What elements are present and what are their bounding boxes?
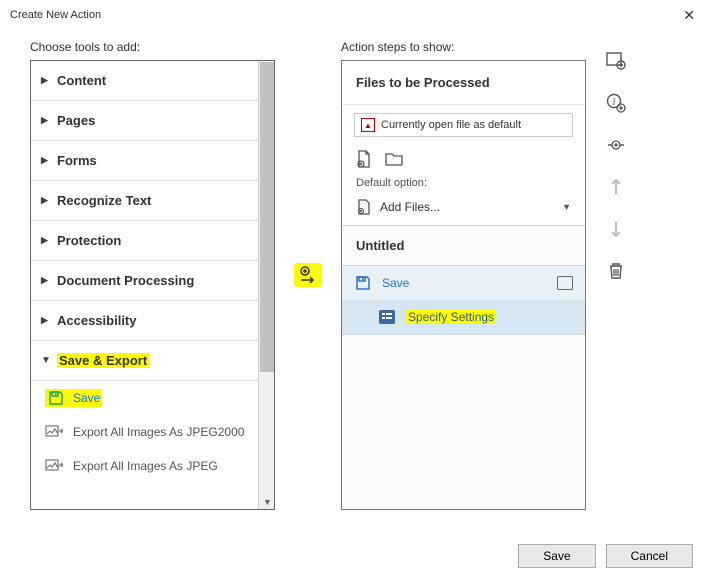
close-icon[interactable]: ✕: [675, 3, 703, 28]
tool-label: Export All Images As JPEG2000: [73, 425, 244, 439]
tool-export-jpeg[interactable]: Export All Images As JPEG: [31, 449, 258, 483]
save-button[interactable]: Save: [518, 544, 595, 568]
window-title: Create New Action: [10, 9, 101, 21]
step-options-icon[interactable]: [557, 276, 573, 290]
cat-document-processing[interactable]: ▶ Document Processing: [31, 261, 258, 301]
files-title: Files to be Processed: [342, 61, 585, 105]
move-down-icon[interactable]: [605, 218, 627, 240]
add-files-label: Add Files...: [380, 200, 440, 214]
export-image-icon: [45, 423, 63, 441]
save-icon: [354, 274, 372, 292]
add-file-small-icon: [356, 199, 372, 215]
move-up-icon[interactable]: [605, 176, 627, 198]
tools-list: ▶ Content ▶ Pages ▶ Forms ▶ Recognize Text ▶…: [30, 60, 275, 510]
default-file-row: ▲ Currently open file as default: [354, 113, 573, 137]
new-action-icon[interactable]: [605, 50, 627, 72]
cat-recognize-text[interactable]: ▶ Recognize Text: [31, 181, 258, 221]
cat-label: Accessibility: [57, 313, 137, 328]
cat-label: Pages: [57, 113, 95, 128]
add-step-button[interactable]: [294, 263, 322, 287]
scrollbar-thumb[interactable]: [260, 62, 274, 372]
cat-forms[interactable]: ▶ Forms: [31, 141, 258, 181]
tool-label: Save: [73, 391, 100, 405]
default-option-label: Default option:: [342, 173, 585, 193]
add-file-icon[interactable]: [354, 149, 374, 169]
cat-label: Recognize Text: [57, 193, 151, 208]
chevron-right-icon: ▶: [41, 75, 49, 86]
chevron-right-icon: ▶: [41, 235, 49, 246]
chevron-right-icon: ▶: [41, 195, 49, 206]
add-files-dropdown[interactable]: Add Files... ▼: [342, 193, 585, 225]
add-folder-icon[interactable]: [384, 149, 404, 169]
info-add-icon[interactable]: i: [605, 92, 627, 114]
scrollbar[interactable]: ▼: [258, 61, 274, 509]
delete-icon[interactable]: [605, 260, 627, 282]
cat-label: Document Processing: [57, 273, 194, 288]
chevron-down-icon: ▼: [562, 202, 571, 212]
steps-panel: Files to be Processed ▲ Currently open f…: [341, 60, 586, 510]
save-icon: [47, 389, 65, 407]
cancel-button[interactable]: Cancel: [606, 544, 693, 568]
cat-protection[interactable]: ▶ Protection: [31, 221, 258, 261]
chevron-right-icon: ▶: [41, 155, 49, 166]
tool-export-jpeg2000[interactable]: Export All Images As JPEG2000: [31, 415, 258, 449]
cat-save-export[interactable]: ▼ Save & Export: [31, 341, 258, 381]
svg-text:i: i: [613, 97, 616, 108]
steps-group-title: Untitled: [342, 226, 585, 265]
tools-label: Choose tools to add:: [30, 40, 275, 54]
divider-add-icon[interactable]: [605, 134, 627, 156]
cat-label: Save & Export: [57, 353, 149, 368]
chevron-down-icon: ▼: [41, 355, 49, 366]
chevron-right-icon: ▶: [41, 115, 49, 126]
export-image-icon: [45, 457, 63, 475]
settings-list-icon: [378, 308, 396, 326]
step-label: Save: [382, 276, 409, 290]
default-file-text: Currently open file as default: [381, 119, 521, 131]
cat-label: Forms: [57, 153, 97, 168]
step-save[interactable]: Save: [342, 265, 585, 300]
cat-content[interactable]: ▶ Content: [31, 61, 258, 101]
cat-label: Protection: [57, 233, 121, 248]
step-label: Specify Settings: [406, 310, 496, 324]
pdf-icon: ▲: [361, 118, 375, 132]
cat-accessibility[interactable]: ▶ Accessibility: [31, 301, 258, 341]
cat-label: Content: [57, 73, 106, 88]
cat-pages[interactable]: ▶ Pages: [31, 101, 258, 141]
step-specify-settings[interactable]: Specify Settings: [342, 300, 585, 335]
chevron-right-icon: ▶: [41, 275, 49, 286]
steps-label: Action steps to show:: [341, 40, 586, 54]
chevron-right-icon: ▶: [41, 315, 49, 326]
tool-label: Export All Images As JPEG: [73, 459, 218, 473]
tool-save[interactable]: Save: [31, 381, 258, 415]
scroll-down-icon[interactable]: ▼: [263, 497, 272, 507]
